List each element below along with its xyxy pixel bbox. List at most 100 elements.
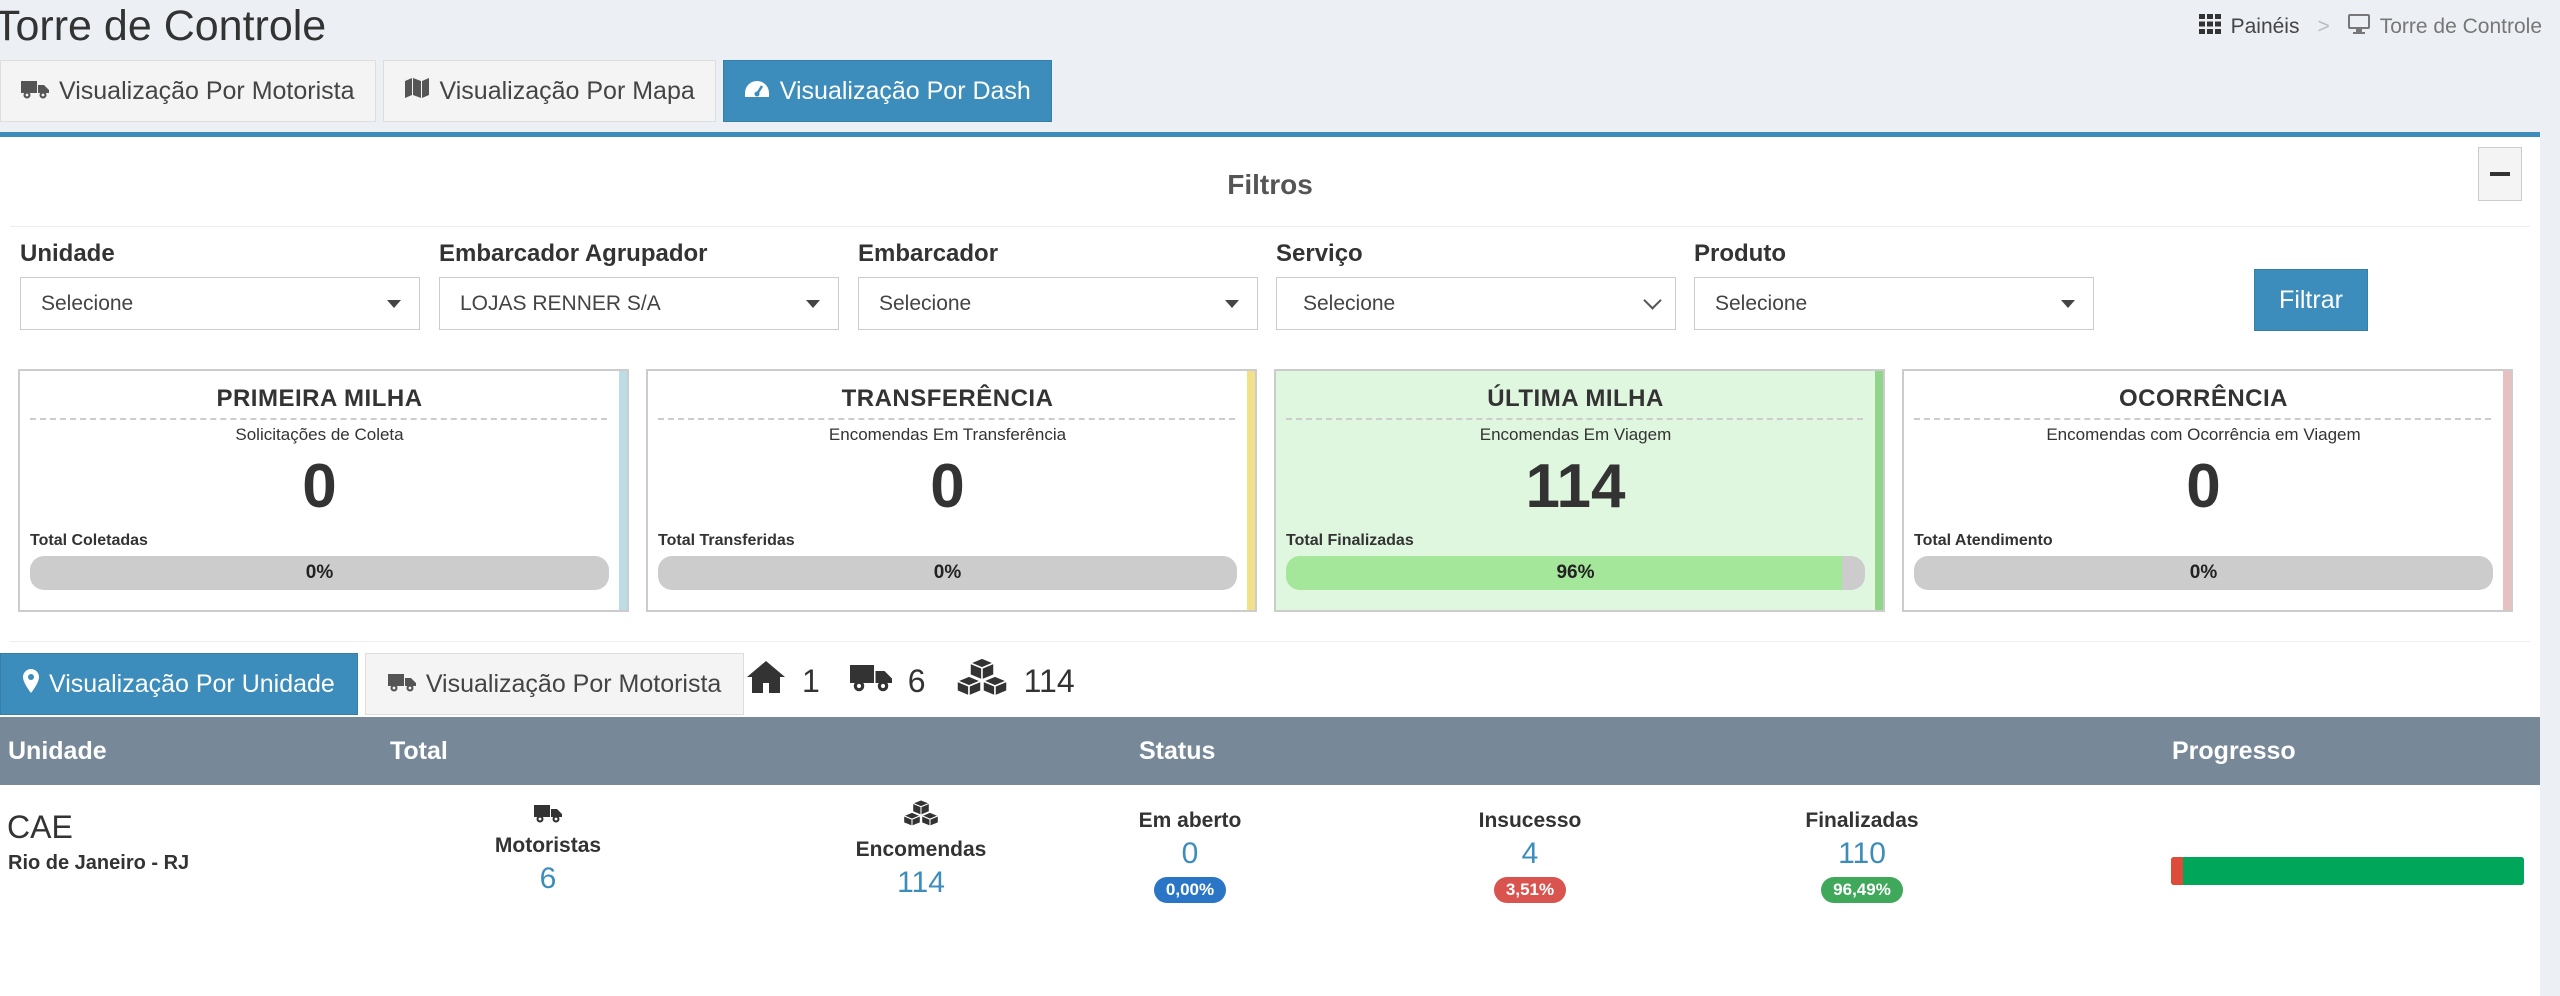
section-divider xyxy=(10,641,2530,642)
breadcrumb-separator: > xyxy=(2317,15,2330,38)
card-transferencia: TRANSFERÊNCIA Encomendas Em Transferênci… xyxy=(646,369,1257,612)
col-finalizadas: Finalizadas 110 96,49% xyxy=(1797,809,1927,903)
em-aberto-value[interactable]: 0 xyxy=(1120,837,1260,871)
card-value: 0 xyxy=(930,452,965,521)
card-ultima-milha: ÚLTIMA MILHA Encomendas Em Viagem 114 To… xyxy=(1274,369,1885,612)
motoristas-value[interactable]: 6 xyxy=(468,862,628,896)
card-ocorrencia: OCORRÊNCIA Encomendas com Ocorrência em … xyxy=(1902,369,2513,612)
breadcrumb: Painéis > Torre de Controle xyxy=(2198,14,2542,40)
dashboard-icon xyxy=(744,77,770,106)
em-aberto-badge: 0,00% xyxy=(1153,877,1227,903)
col-insucesso: Insucesso 4 3,51% xyxy=(1460,809,1600,903)
home-icon xyxy=(746,660,786,702)
finalizadas-badge: 96,49% xyxy=(1821,877,1903,903)
filters-title: Filtros xyxy=(1227,169,1313,200)
filter-unidade-value: Selecione xyxy=(41,291,134,315)
card-strip xyxy=(619,371,627,610)
card-divider xyxy=(658,418,1235,420)
grid-icon xyxy=(2198,14,2221,40)
col-motoristas: Motoristas 6 xyxy=(468,803,628,896)
header-total: Total xyxy=(390,737,448,765)
tab-driver-view-label: Visualização Por Motorista xyxy=(59,76,355,105)
header-unidade: Unidade xyxy=(8,737,107,765)
breadcrumb-home-link[interactable]: Painéis xyxy=(2231,15,2300,39)
insucesso-label: Insucesso xyxy=(1478,809,1582,832)
chevron-down-icon xyxy=(1643,291,1662,310)
unit-progress-done xyxy=(2183,857,2524,885)
card-title: TRANSFERÊNCIA xyxy=(841,385,1054,412)
card-title: ÚLTIMA MILHA xyxy=(1487,385,1664,412)
encomendas-value[interactable]: 114 xyxy=(841,866,1001,900)
tab-driver-view[interactable]: Visualização Por Motorista xyxy=(0,60,376,122)
card-subtitle: Solicitações de Coleta xyxy=(235,425,404,444)
header-status: Status xyxy=(1139,737,1216,765)
tab-unit-view[interactable]: Visualização Por Unidade xyxy=(0,653,358,715)
card-footer-label: Total Finalizadas xyxy=(1286,532,1414,549)
package-count: 114 xyxy=(954,657,1075,705)
minus-icon xyxy=(2490,172,2510,176)
tab-map-view[interactable]: Visualização Por Mapa xyxy=(382,60,716,122)
table-header: Unidade Total Status Progresso xyxy=(0,717,2540,785)
cubes-icon xyxy=(841,799,1001,832)
card-footer-label: Total Atendimento xyxy=(1914,532,2053,549)
filter-embarcador-agrupador-label: Embarcador Agrupador xyxy=(439,240,708,267)
collapse-filters-button[interactable] xyxy=(2478,147,2522,201)
filter-embarcador-select[interactable]: Selecione xyxy=(858,277,1258,330)
filter-unidade-select[interactable]: Selecione xyxy=(20,277,420,330)
card-value: 0 xyxy=(302,452,337,521)
view-tabs: Visualização Por Motorista Visualização … xyxy=(0,60,1052,122)
card-strip xyxy=(2503,371,2511,610)
filter-produto-label: Produto xyxy=(1694,240,1786,267)
card-progress-percent: 0% xyxy=(933,562,962,583)
finalizadas-value[interactable]: 110 xyxy=(1797,837,1927,871)
card-divider xyxy=(1286,418,1863,420)
tab-unit-view-label: Visualização Por Unidade xyxy=(49,669,335,698)
filter-produto-value: Selecione xyxy=(1715,291,1808,315)
filter-produto-select[interactable]: Selecione xyxy=(1694,277,2094,330)
card-subtitle: Encomendas com Ocorrência em Viagem xyxy=(2046,425,2361,444)
card-progress-bar: 0% xyxy=(658,556,1237,590)
table-row[interactable]: CAE Rio de Janeiro - RJ Motoristas 6 Enc… xyxy=(0,785,2540,965)
filter-servico-label: Serviço xyxy=(1276,240,1363,267)
filter-unidade-label: Unidade xyxy=(20,240,115,267)
filter-embarcador-agrupador-value: LOJAS RENNER S/A xyxy=(460,291,661,315)
col-encomendas: Encomendas 114 xyxy=(841,799,1001,900)
tab-driver-group-view[interactable]: Visualização Por Motorista xyxy=(364,653,745,715)
card-strip xyxy=(1247,371,1255,610)
finalizadas-label: Finalizadas xyxy=(1805,809,1919,832)
package-count-value: 114 xyxy=(1023,662,1075,699)
map-icon xyxy=(404,77,430,106)
insucesso-badge: 3,51% xyxy=(1493,877,1567,903)
filter-embarcador-agrupador-select[interactable]: LOJAS RENNER S/A xyxy=(439,277,839,330)
card-subtitle: Encomendas Em Transferência xyxy=(828,425,1067,444)
unit-count-value: 1 xyxy=(802,662,820,699)
card-progress-bar: 96% xyxy=(1286,556,1865,590)
filter-servico-select[interactable]: Selecione xyxy=(1276,277,1676,330)
truck-icon xyxy=(468,803,628,828)
unit-progress-fail xyxy=(2171,857,2184,885)
truck-icon xyxy=(849,661,892,701)
unit-progress-bar xyxy=(2171,857,2524,885)
grouping-tabs: Visualização Por Unidade Visualização Po… xyxy=(0,653,745,715)
caret-down-icon xyxy=(806,300,820,308)
caret-down-icon xyxy=(387,300,401,308)
filter-servico-value: Selecione xyxy=(1303,291,1396,315)
cubes-icon xyxy=(954,657,1009,705)
breadcrumb-current: Torre de Controle xyxy=(2379,15,2542,38)
card-subtitle: Encomendas Em Viagem xyxy=(1479,425,1672,444)
filter-button[interactable]: Filtrar xyxy=(2254,269,2368,331)
card-progress-bar: 0% xyxy=(1914,556,2493,590)
card-progress-percent: 0% xyxy=(2189,562,2218,583)
tab-dash-view[interactable]: Visualização Por Dash xyxy=(722,60,1052,122)
card-strip xyxy=(1875,371,1883,610)
map-marker-icon xyxy=(23,668,39,700)
card-footer-label: Total Coletadas xyxy=(30,532,148,549)
monitor-icon xyxy=(2347,14,2370,40)
card-footer-label: Total Transferidas xyxy=(658,532,795,549)
tab-driver-group-view-label: Visualização Por Motorista xyxy=(425,669,722,698)
insucesso-value[interactable]: 4 xyxy=(1460,837,1600,871)
tab-dash-view-label: Visualização Por Dash xyxy=(779,76,1031,105)
header-progresso: Progresso xyxy=(2172,737,2296,765)
truck-icon xyxy=(387,670,416,699)
card-divider xyxy=(30,418,607,420)
